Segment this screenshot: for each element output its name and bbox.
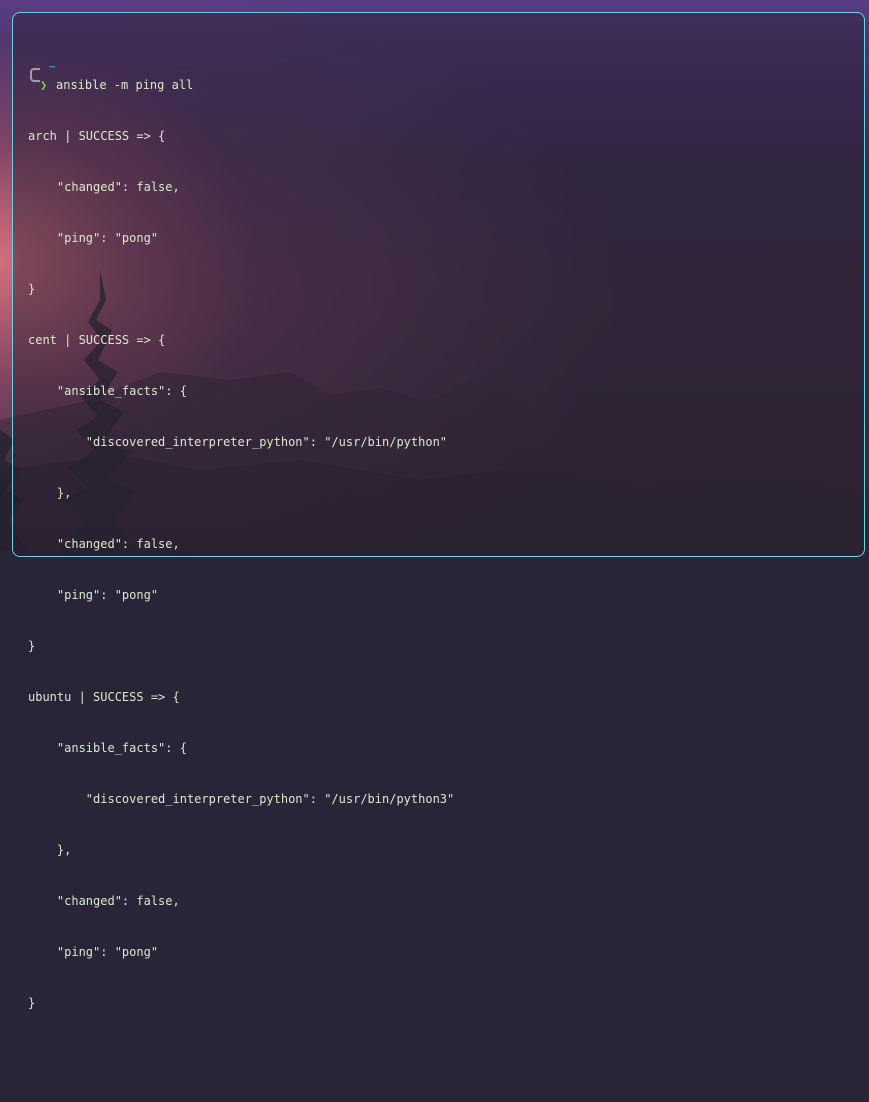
output-line: arch | SUCCESS => { (28, 129, 166, 143)
output-line: "discovered_interpreter_python": "/usr/b… (28, 435, 448, 449)
prompt-cwd: ~ (49, 60, 56, 73)
prompt-bracket-icon (30, 68, 40, 82)
output-line: cent | SUCCESS => { (28, 333, 166, 347)
output-line: "ping": "pong" (28, 231, 159, 245)
output-line: "ping": "pong" (28, 945, 159, 959)
prompt-line-2[interactable]: ~ ❯ (28, 1097, 454, 1102)
output-line: } (28, 639, 36, 653)
terminal-output: ~ ❯ ansible -m ping all arch | SUCCESS =… (28, 26, 454, 1102)
output-line: "changed": false, (28, 894, 180, 908)
output-line: "ansible_facts": { (28, 384, 187, 398)
command-text: ansible -m ping all (56, 78, 194, 92)
output-line: } (28, 996, 36, 1010)
output-line: "ansible_facts": { (28, 741, 187, 755)
output-line: ubuntu | SUCCESS => { (28, 690, 180, 704)
output-line: } (28, 282, 36, 296)
output-line: "discovered_interpreter_python": "/usr/b… (28, 792, 455, 806)
output-line: "changed": false, (28, 180, 180, 194)
output-line: }, (28, 843, 72, 857)
prompt-cwd: ~ (49, 1098, 56, 1102)
prompt-line-1: ~ ❯ ansible -m ping all (28, 60, 454, 94)
output-line: "changed": false, (28, 537, 180, 551)
prompt-arrow-icon: ❯ (40, 78, 48, 92)
output-line: "ping": "pong" (28, 588, 159, 602)
output-line: }, (28, 486, 72, 500)
